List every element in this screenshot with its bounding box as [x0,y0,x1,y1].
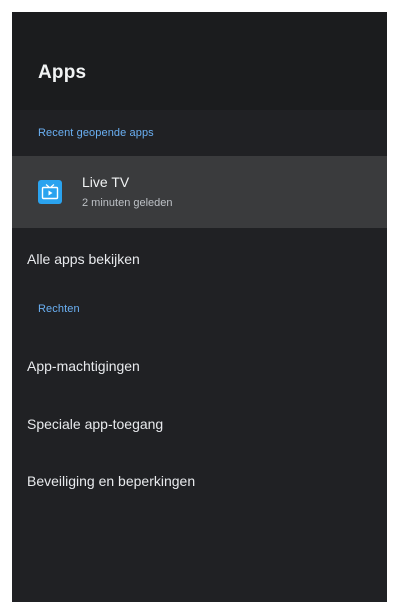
see-all-apps-label: Alle apps bekijken [27,251,140,267]
rights-section-label: Rechten [38,303,80,315]
security-restrictions-label: Beveiliging en beperkingen [27,473,196,489]
settings-panel: Apps Recent geopende apps Live TV 2 minu… [12,12,387,602]
page-title: Apps [38,62,87,83]
recent-apps-section-label: Recent geopende apps [38,127,154,139]
see-all-apps-item[interactable]: Alle apps bekijken [12,241,387,281]
special-app-access-label: Speciale app-toegang [27,416,164,432]
panel-header: Apps [12,12,387,110]
security-restrictions-item[interactable]: Beveiliging en beperkingen [12,463,387,503]
special-app-access-item[interactable]: Speciale app-toegang [12,406,387,446]
app-last-opened: 2 minuten geleden [82,197,173,209]
app-permissions-item[interactable]: App-machtigingen [12,348,387,388]
app-permissions-label: App-machtigingen [27,358,140,374]
recent-app-item-live-tv[interactable]: Live TV 2 minuten geleden [12,156,387,228]
app-name: Live TV [82,174,130,190]
live-tv-icon [38,180,62,204]
